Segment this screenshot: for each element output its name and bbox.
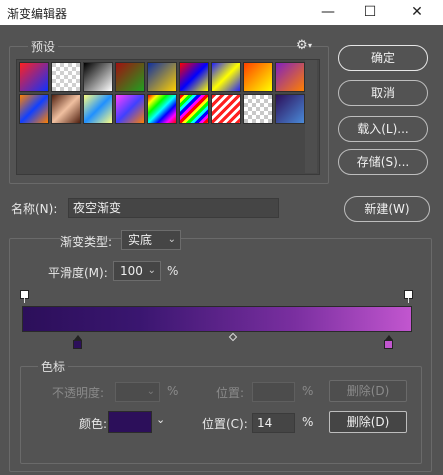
chevron-down-icon[interactable]: ⌄ — [156, 413, 165, 426]
presets-gear-icon[interactable]: ⚙ — [296, 38, 308, 53]
opacity-delete-button: 删除(D) — [329, 380, 407, 402]
stop-pointer — [74, 335, 82, 340]
minimize-button[interactable]: — — [305, 0, 351, 25]
name-label: 名称(N): — [11, 202, 58, 216]
preset-swatch[interactable] — [147, 94, 177, 124]
presets-title: 预设 — [28, 38, 59, 55]
smoothness-label: 平滑度(M): — [48, 266, 108, 280]
preset-swatch[interactable] — [243, 94, 273, 124]
stops-title: 色标 — [38, 358, 69, 375]
name-input[interactable]: 夜空渐变 — [68, 198, 279, 218]
new-button[interactable]: 新建(W) — [344, 196, 430, 222]
opacity-position-unit: % — [302, 384, 314, 398]
opacity-label: 不透明度: — [52, 386, 105, 400]
preset-swatch[interactable] — [275, 62, 305, 92]
preset-swatch[interactable] — [51, 62, 81, 92]
save-button[interactable]: 存储(S)... — [338, 149, 428, 175]
close-button[interactable]: ✕ — [394, 0, 440, 25]
gradient-type-select[interactable]: 实底 ⌄ — [121, 230, 181, 250]
gradient-type-value: 实底 — [128, 233, 153, 247]
ok-button[interactable]: 确定 — [338, 45, 428, 71]
maximize-button[interactable]: ☐ — [347, 0, 393, 25]
load-button[interactable]: 载入(L)... — [338, 116, 428, 142]
preset-swatch[interactable] — [147, 62, 177, 92]
preset-swatch[interactable] — [179, 62, 209, 92]
title-bar: 渐变编辑器 — ☐ ✕ — [0, 0, 443, 25]
preset-swatch[interactable] — [243, 62, 273, 92]
color-position-label: 位置(C): — [202, 417, 248, 431]
presets-scrollbar[interactable] — [305, 60, 317, 173]
color-swatch[interactable] — [108, 411, 152, 433]
chevron-down-icon: ⌄ — [147, 265, 156, 276]
preset-swatch[interactable] — [115, 62, 145, 92]
gradient-type-label: 渐变类型: — [60, 235, 113, 249]
color-label: 颜色: — [79, 417, 108, 431]
smoothness-field[interactable]: 100 ⌄ — [113, 261, 161, 281]
opacity-field: ⌄ — [115, 382, 160, 402]
smoothness-value: 100 — [120, 264, 143, 278]
preset-swatch[interactable] — [211, 62, 241, 92]
preset-swatch[interactable] — [179, 94, 209, 124]
opacity-stop-right[interactable] — [404, 290, 413, 303]
preset-swatch[interactable] — [19, 94, 49, 124]
color-stop-selected[interactable] — [73, 335, 82, 349]
gradient-preview-bar[interactable] — [22, 306, 412, 332]
presets-menu-caret-icon[interactable]: ▾ — [308, 41, 312, 50]
preset-swatch[interactable] — [115, 94, 145, 124]
preset-swatch[interactable] — [19, 62, 49, 92]
color-stop-end[interactable] — [384, 335, 393, 349]
opacity-unit: % — [167, 384, 179, 398]
preset-swatch[interactable] — [211, 94, 241, 124]
opacity-position-label: 位置: — [216, 386, 245, 400]
preset-swatch[interactable] — [51, 94, 81, 124]
chevron-down-icon: ⌄ — [167, 234, 176, 245]
cancel-button[interactable]: 取消 — [338, 80, 428, 106]
window-title: 渐变编辑器 — [7, 7, 68, 21]
preset-swatch[interactable] — [83, 62, 113, 92]
preset-swatch[interactable] — [83, 94, 113, 124]
color-position-unit: % — [302, 415, 314, 429]
presets-grid — [16, 59, 320, 175]
opacity-position-input — [252, 382, 295, 402]
smoothness-unit: % — [167, 264, 179, 278]
chevron-down-icon: ⌄ — [146, 386, 155, 397]
preset-swatch[interactable] — [275, 94, 305, 124]
stop-pointer — [385, 335, 393, 340]
color-delete-button[interactable]: 删除(D) — [329, 411, 407, 433]
opacity-stop-left[interactable] — [20, 290, 29, 303]
color-position-input[interactable]: 14 — [252, 413, 295, 433]
